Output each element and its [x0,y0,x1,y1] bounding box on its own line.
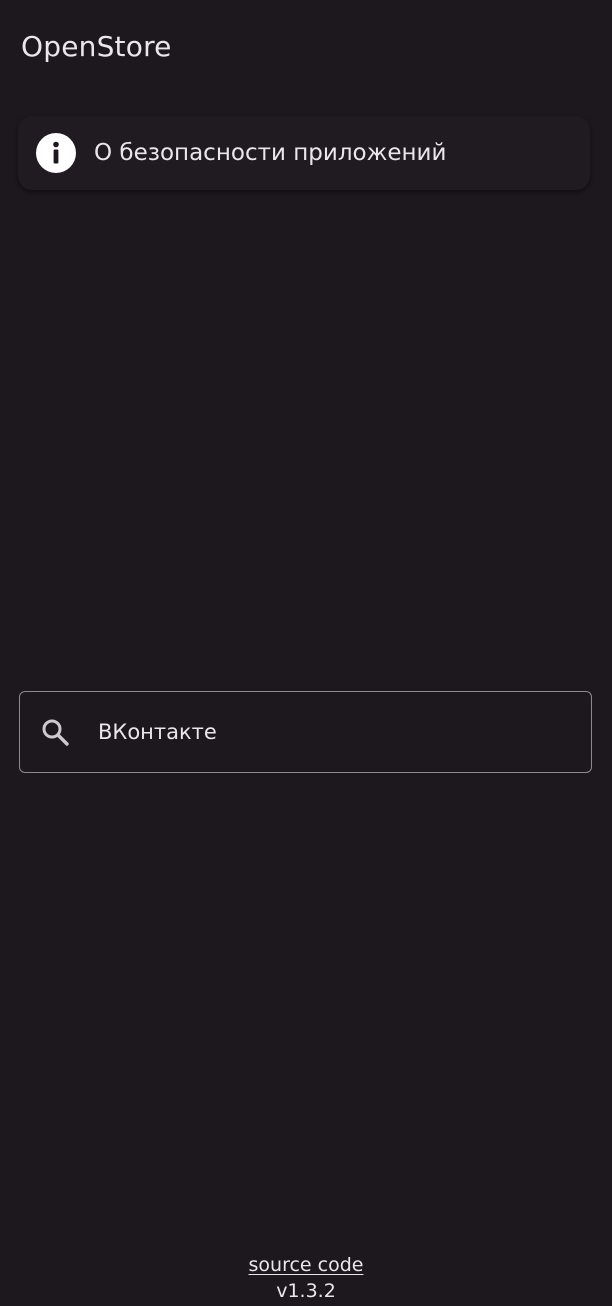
app-screen: OpenStore О безопасности приложений sour… [0,0,612,1306]
search-field[interactable] [19,691,592,773]
footer: source code v1.3.2 [0,1254,612,1302]
app-safety-info-card[interactable]: О безопасности приложений [18,116,590,190]
app-version: v1.3.2 [276,1280,336,1302]
source-code-link[interactable]: source code [249,1254,364,1276]
app-safety-info-label: О безопасности приложений [94,140,447,166]
app-title: OpenStore [21,30,172,63]
search-icon [40,717,70,747]
info-icon [36,133,76,173]
search-input[interactable] [98,720,558,744]
